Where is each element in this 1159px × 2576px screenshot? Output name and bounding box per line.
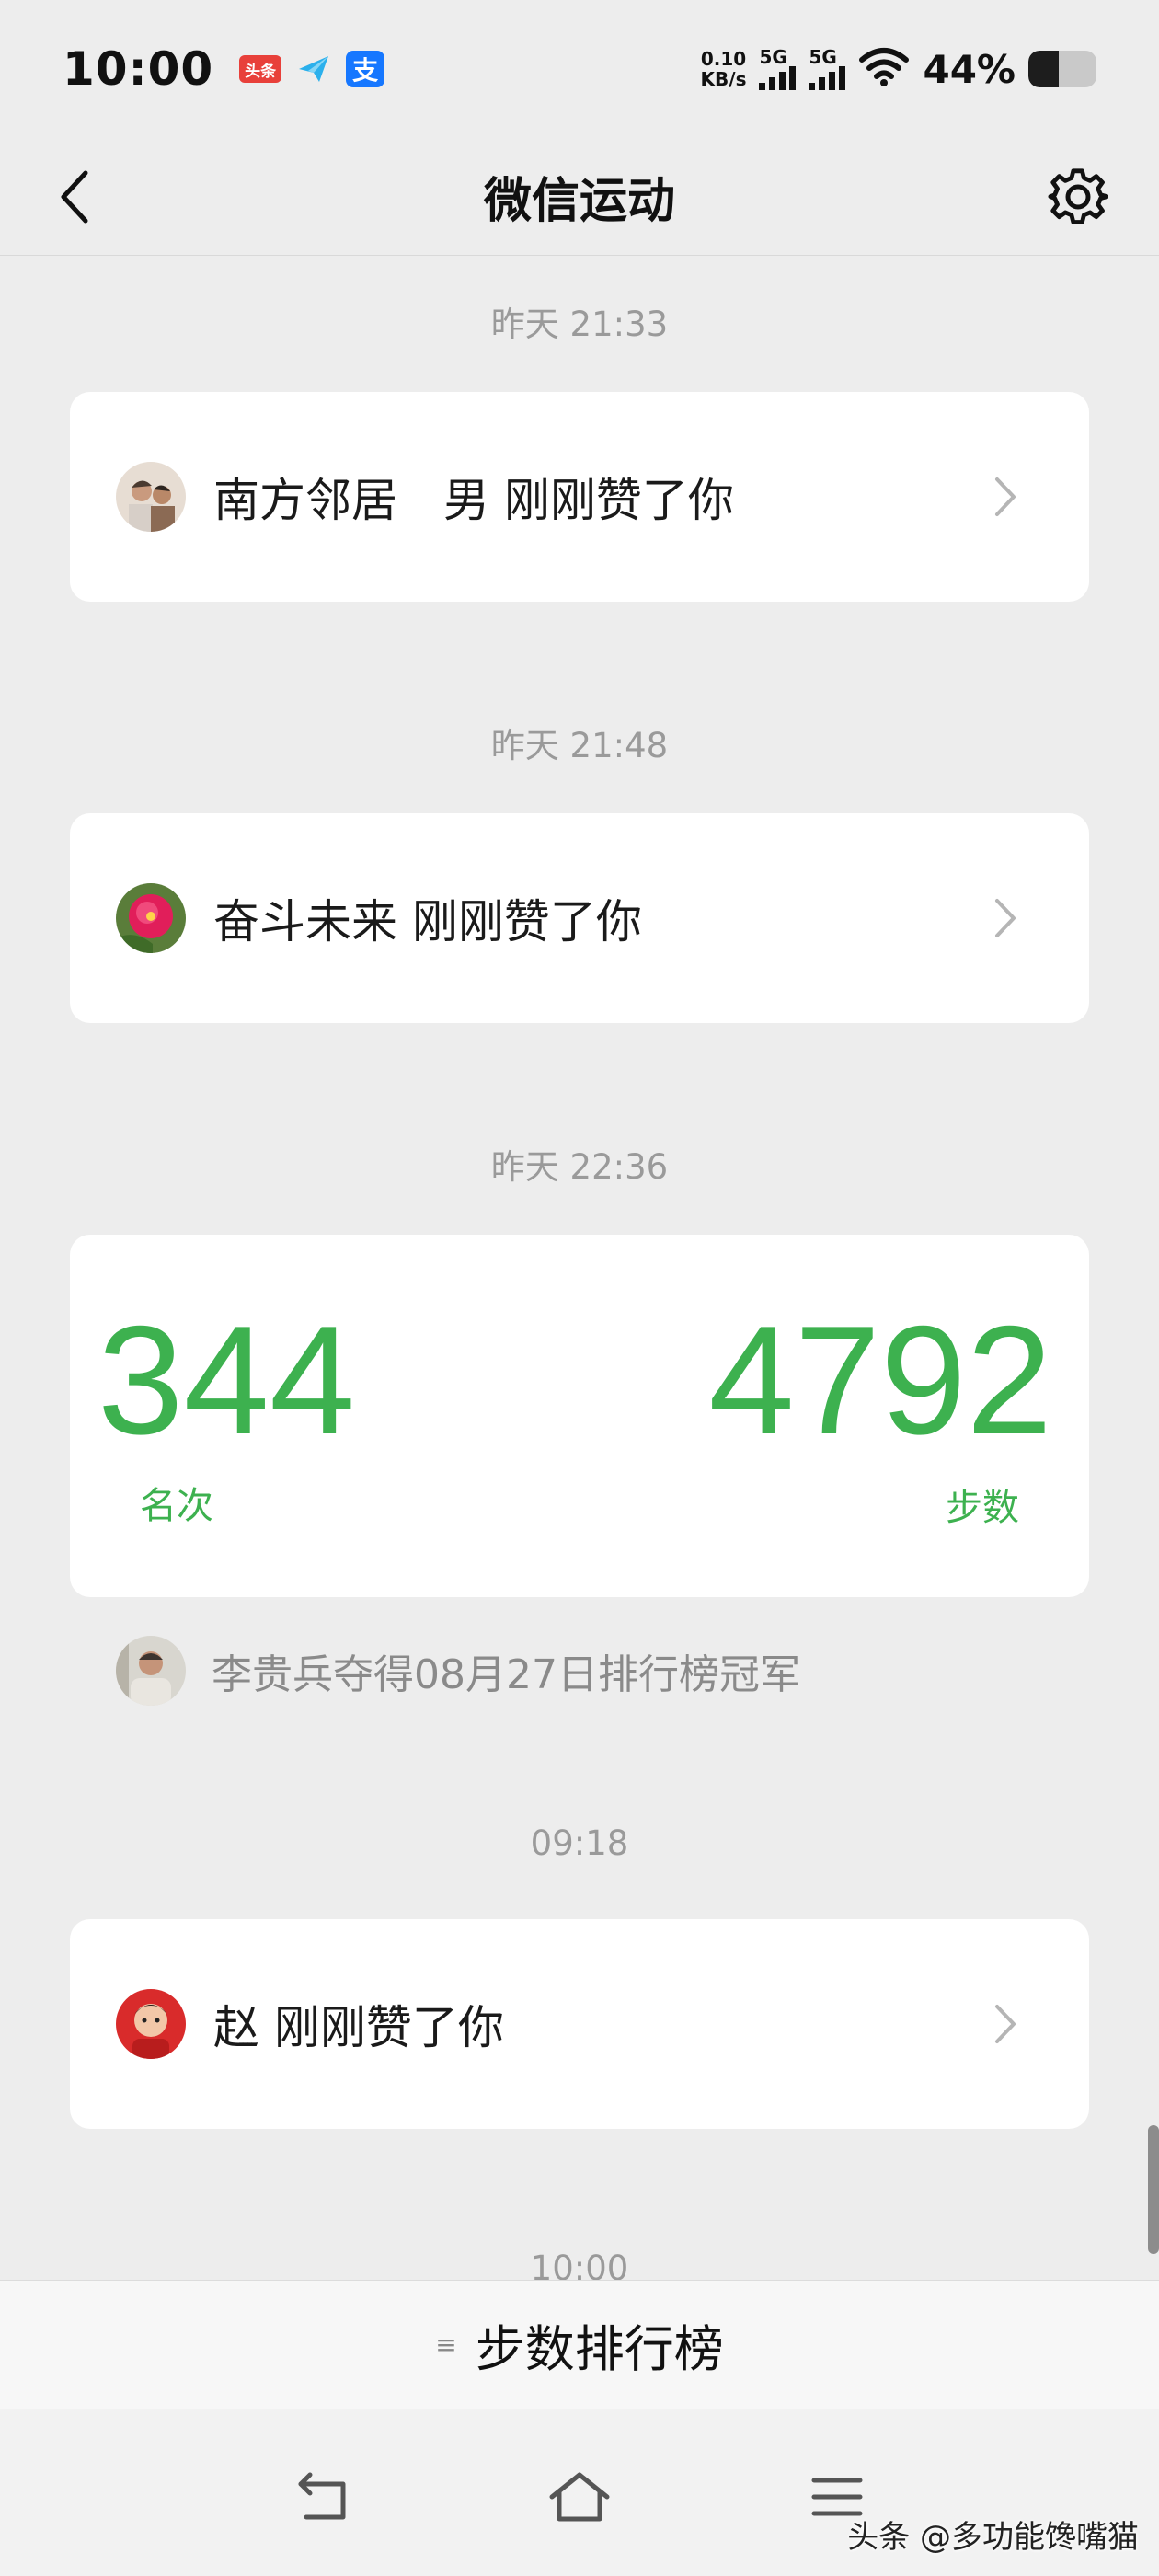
network-speed: 0.10 KB/s [701,49,747,89]
avatar[interactable] [116,1989,186,2059]
champion-text: 李贵兵夺得08月27日排行榜冠军 [212,1651,800,1698]
champion-notice[interactable]: 李贵兵夺得08月27日排行榜冠军 [116,1636,800,1706]
notification-icons: 头条 支 [239,51,385,87]
back-button[interactable] [42,162,107,232]
sim2-signal-icon: 5G [809,46,846,90]
like-text: 南方邻居 男 刚刚赞了你 [213,474,734,527]
chevron-right-icon [995,899,1016,937]
home-icon [549,2472,610,2522]
rank-card[interactable]: 344 名次 4792 步数 [70,1235,1089,1597]
chevron-right-icon [995,2005,1016,2043]
sim1-signal-icon: 5G [759,46,797,90]
like-card[interactable]: 奋斗未来 刚刚赞了你 [70,813,1089,1023]
page-title: 微信运动 [483,174,675,229]
alipay-icon-label: 支 [352,55,379,86]
battery-percent: 44% [923,46,1016,92]
settings-button[interactable] [1039,158,1117,236]
sim1-label: 5G [759,46,787,68]
rank-value: 344 [98,1294,356,1466]
plane-icon [294,51,333,87]
timestamp: 昨天 21:48 [490,726,669,765]
wifi-icon [858,47,910,91]
like-text: 赵 刚刚赞了你 [213,2001,504,2054]
chevron-right-icon [995,477,1016,516]
network-speed-value: 0.10 [700,48,747,70]
like-card[interactable]: 南方邻居 男 刚刚赞了你 [70,392,1089,602]
avatar[interactable] [116,1636,186,1706]
like-text: 奋斗未来 刚刚赞了你 [213,895,642,949]
gear-icon [1048,168,1108,224]
leaderboard-button[interactable]: ≡ 步数排行榜 [0,2280,1159,2409]
chevron-left-icon [61,170,88,224]
timestamp: 昨天 21:33 [490,305,669,344]
network-speed-unit: KB/s [700,68,747,90]
avatar[interactable] [116,462,186,532]
list-icon: ≡ [435,2329,457,2360]
watermark: 头条 @多功能馋嘴猫 [847,2519,1139,2556]
alipay-icon: 支 [346,51,385,87]
nav-bar: 微信运动 [0,138,1159,256]
system-home-button[interactable] [545,2462,614,2532]
toutiao-icon-label: 头条 [245,62,277,81]
like-card[interactable]: 赵 刚刚赞了你 [70,1919,1089,2129]
toutiao-icon: 头条 [239,55,282,83]
steps-label: 步数 [946,1487,1019,1529]
avatar[interactable] [116,883,186,953]
status-bar: 10:00 头条 支 0.10 KB/s 5G 5G 44% [0,0,1159,138]
timestamp: 09:18 [530,1823,629,1863]
leaderboard-label: 步数排行榜 [475,2320,724,2378]
battery-icon [1028,51,1096,87]
steps-value: 4792 [708,1294,1052,1466]
timestamp: 昨天 22:36 [490,1147,669,1187]
system-back-button[interactable] [287,2462,357,2532]
status-time: 10:00 [63,42,214,96]
sim2-label: 5G [809,46,837,68]
rank-label: 名次 [140,1485,213,1527]
status-indicators: 0.10 KB/s 5G 5G 44% [701,47,1096,92]
return-icon [298,2472,346,2520]
scrollbar[interactable] [1148,2125,1159,2254]
